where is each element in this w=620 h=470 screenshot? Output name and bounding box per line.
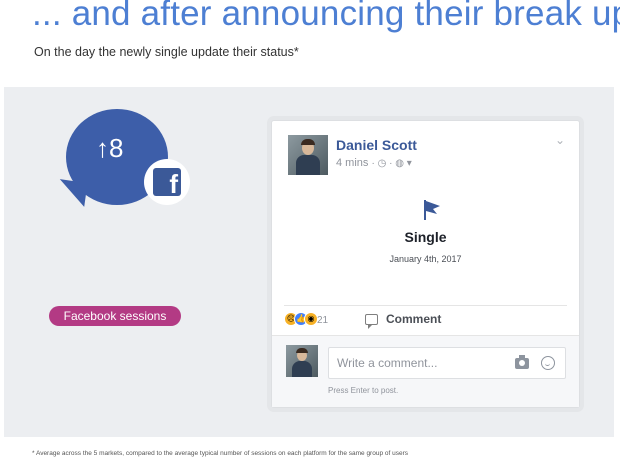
comment-icon	[365, 313, 378, 329]
author-avatar[interactable]	[288, 135, 328, 175]
facebook-sessions-label: Facebook sessions	[49, 306, 181, 326]
commenter-avatar	[286, 345, 318, 377]
post-time[interactable]: 4 mins	[336, 157, 368, 169]
sessions-stat: ↑8 f	[52, 103, 202, 223]
globe-icon[interactable]: ◍ ▾	[395, 158, 412, 169]
reaction-count[interactable]: 21	[317, 315, 328, 326]
flag-icon	[424, 200, 440, 220]
chevron-down-icon[interactable]: ⌄	[555, 133, 565, 147]
stat-value: ↑8	[96, 133, 123, 164]
divider	[284, 305, 567, 306]
clock-icon: · ◷ ·	[371, 158, 396, 169]
author-name[interactable]: Daniel Scott	[336, 137, 417, 153]
post-meta: 4 mins · ◷ · ◍ ▾	[336, 157, 412, 169]
reply-area: Write a comment... Press Enter to post.	[272, 336, 579, 407]
status-date: January 4th, 2017	[389, 254, 462, 264]
comment-label: Comment	[386, 312, 442, 326]
comment-input[interactable]: Write a comment...	[328, 347, 566, 379]
camera-icon[interactable]	[515, 355, 529, 369]
press-enter-hint: Press Enter to post.	[328, 386, 399, 395]
footnote: * Average across the 5 markets, compared…	[32, 450, 408, 457]
facebook-badge: f	[144, 159, 190, 205]
page-subtitle: On the day the newly single update their…	[34, 45, 299, 59]
wow-reaction-icon: ◉	[304, 312, 318, 326]
comment-button[interactable]: Comment	[365, 312, 442, 329]
facebook-post-card: Daniel Scott 4 mins · ◷ · ◍ ▾ ⌄ Single J…	[271, 120, 580, 408]
emoji-icon[interactable]	[541, 356, 555, 370]
relationship-status: Single	[404, 229, 447, 245]
stat-value-text: ↑8	[96, 133, 124, 163]
page-title: ... and after announcing their break up	[32, 0, 620, 33]
comment-placeholder: Write a comment...	[337, 356, 438, 370]
facebook-logo-icon: f	[153, 168, 181, 196]
